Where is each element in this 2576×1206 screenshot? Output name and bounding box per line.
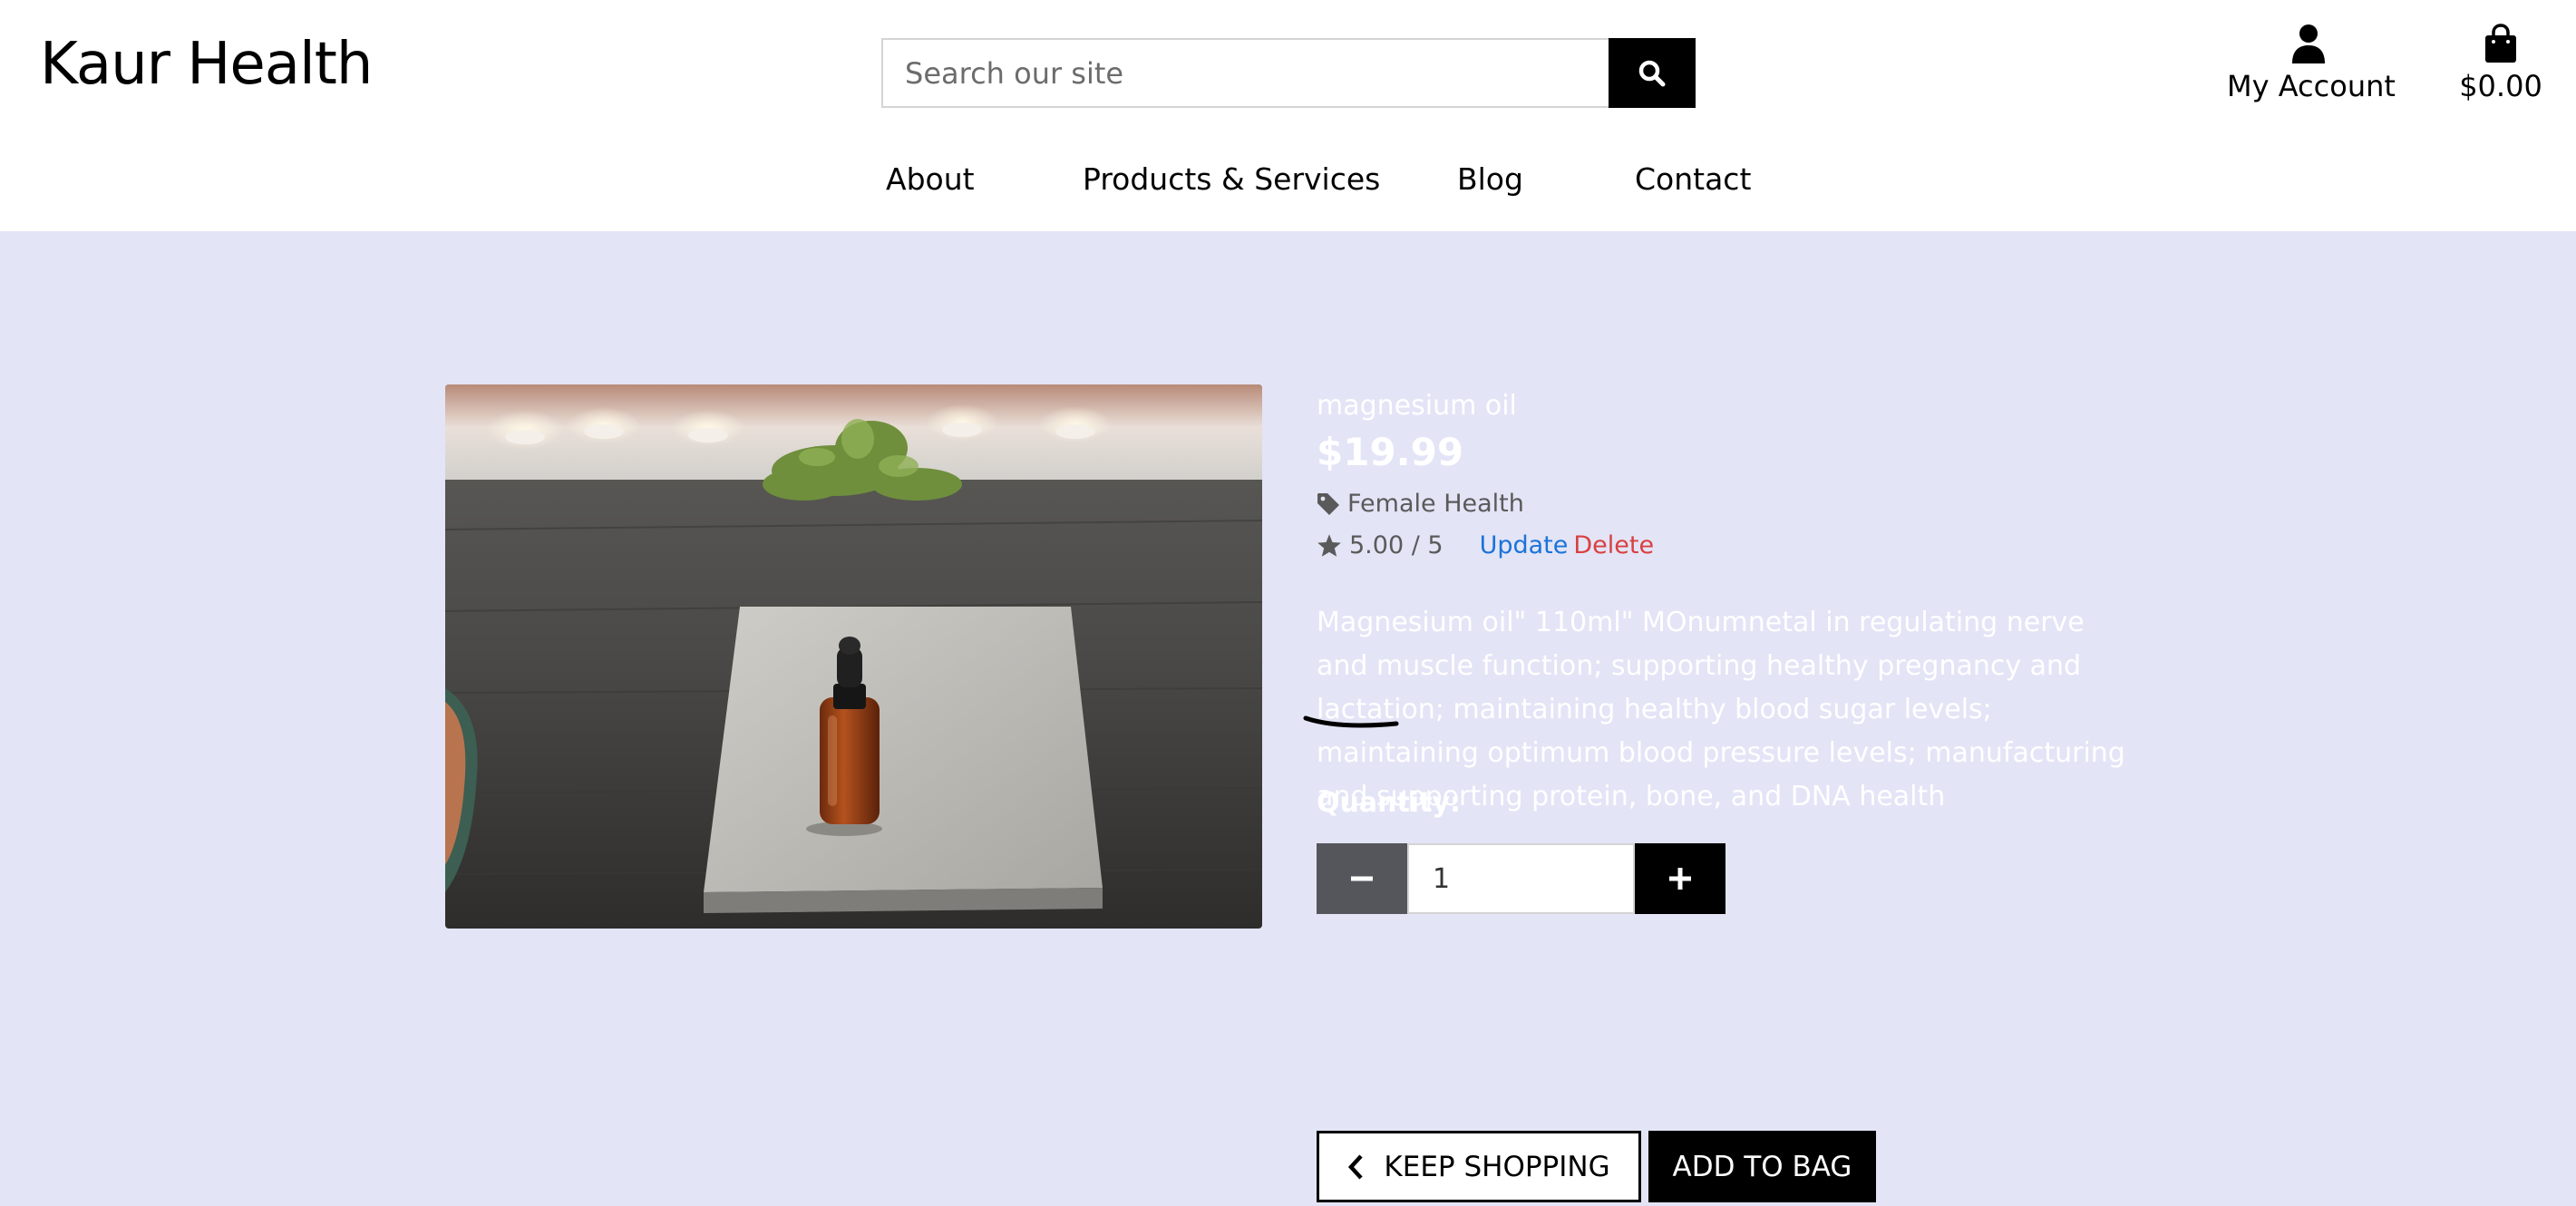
add-to-bag-button[interactable]: ADD TO BAG — [1648, 1131, 1876, 1202]
site-logo[interactable]: Kaur Health — [40, 31, 373, 98]
keep-shopping-button[interactable]: KEEP SHOPPING — [1317, 1131, 1641, 1202]
keep-shopping-label: KEEP SHOPPING — [1384, 1150, 1610, 1183]
decrement-quantity-button[interactable] — [1317, 843, 1407, 914]
handwritten-underline-mark — [1303, 715, 1399, 728]
increment-quantity-button[interactable] — [1635, 843, 1725, 914]
product-price: $19.99 — [1317, 430, 1464, 474]
star-icon — [1317, 534, 1341, 557]
quantity-label: Quantity: — [1317, 787, 1461, 819]
search-button[interactable] — [1609, 38, 1696, 108]
minus-icon — [1351, 876, 1373, 881]
product-rating: 5.00 / 5 — [1349, 531, 1444, 559]
update-product-link[interactable]: Update — [1480, 531, 1569, 559]
nav-products-services[interactable]: Products & Services — [1083, 161, 1380, 197]
product-description: Magnesium oil" 110ml" MOnumnetal in regu… — [1317, 607, 2125, 812]
chevron-left-icon — [1348, 1153, 1364, 1180]
shopping-bag-icon — [2485, 24, 2516, 63]
quantity-input[interactable] — [1407, 843, 1635, 914]
product-name: magnesium oil — [1317, 390, 1517, 422]
search-icon — [1638, 60, 1666, 86]
product-detail-section: magnesium oil $19.99 Female Health 5.00 … — [0, 231, 2576, 1206]
my-account-label: My Account — [2227, 69, 2396, 103]
product-category-link[interactable]: Female Health — [1317, 490, 1524, 518]
main-nav: About Products & Services Blog Contact — [0, 161, 2576, 201]
product-category-label: Female Health — [1347, 490, 1524, 518]
nav-about[interactable]: About — [886, 161, 975, 197]
user-icon — [2292, 24, 2325, 63]
search-input[interactable] — [881, 38, 1609, 108]
tag-icon — [1317, 492, 1339, 515]
bag-total: $0.00 — [2459, 69, 2542, 103]
shopping-bag-link[interactable]: $0.00 — [2457, 24, 2544, 114]
product-image — [445, 384, 1262, 929]
nav-contact[interactable]: Contact — [1635, 161, 1751, 197]
delete-product-link[interactable]: Delete — [1573, 531, 1654, 559]
quantity-stepper — [1317, 843, 1725, 914]
my-account-link[interactable]: My Account — [2227, 24, 2396, 114]
site-header: Kaur Health My Account $0.00 About Produ… — [0, 0, 2576, 231]
nav-blog[interactable]: Blog — [1457, 161, 1523, 197]
search-form — [881, 38, 1696, 108]
plus-icon — [1669, 868, 1691, 890]
product-rating-row: 5.00 / 5 Update Delete — [1317, 531, 1654, 559]
